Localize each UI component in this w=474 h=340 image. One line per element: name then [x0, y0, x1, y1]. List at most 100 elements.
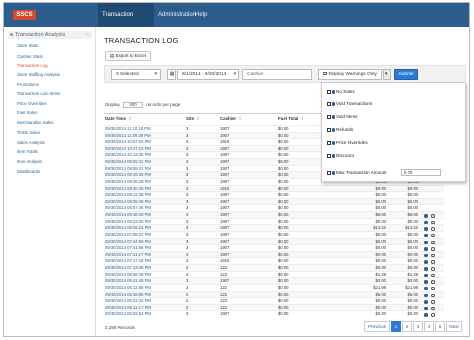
- warnings-dropdown-menu: No Sales Void Transactions Void Items Refun…: [321, 82, 466, 182]
- table-row[interactable]: 09/30/2014 08:57:46 PM 3 1907 $0.00 $0.00 $0.…: [104, 204, 444, 211]
- table-row[interactable]: 09/30/2014 05:12:17 PM 2 122 $0.00 $0.00 $0.0…: [104, 303, 444, 311]
- max-transaction-input[interactable]: 0.75: [401, 169, 441, 176]
- row-datetime-link[interactable]: 09/30/2014 05:02:54 PM: [105, 311, 151, 318]
- site-select[interactable]: 3 Selected ▾: [111, 69, 161, 80]
- main-content: TRANSACTION LOG ▤ Export to Excel 3 Sele…: [96, 27, 469, 336]
- table-row[interactable]: 09/30/2014 07:41:17 PM 3 1907 $0.00 $0.00 $0.…: [104, 250, 444, 258]
- page-title: TRANSACTION LOG: [104, 36, 179, 45]
- sidebar-item[interactable]: Transaction Log: [17, 61, 93, 70]
- table-row[interactable]: 09/30/2014 05:02:54 PM 3 1907 $0.00 $0.00 $0.…: [104, 310, 444, 317]
- display-prefix: Display: [105, 102, 120, 107]
- checkbox-icon: [327, 128, 331, 132]
- table-row[interactable]: 09/30/2014 08:36:28 PM 3 1907 $0.00 $6.00 $6.…: [104, 211, 444, 218]
- col-header-cashier[interactable]: Cashier ⇕: [220, 114, 242, 124]
- warning-option-label: Void Transactions: [336, 101, 373, 106]
- warning-option[interactable]: Discount: [327, 152, 354, 160]
- records-count: 2,288 Records: [105, 325, 135, 330]
- warning-type-icon: [331, 115, 335, 119]
- pager-next[interactable]: Next: [446, 321, 462, 332]
- row-fuel-total: $0.00: [278, 311, 289, 317]
- sidebar-item[interactable]: Transaction Line Items: [17, 89, 93, 98]
- pager-page[interactable]: 4: [424, 321, 434, 332]
- sidebar-item[interactable]: Item Totals: [17, 147, 93, 156]
- warning-type-icon: [331, 154, 335, 158]
- table-row[interactable]: 09/30/2014 09:08:49 PM 3 1907 $0.00 $0.00 $0.…: [104, 197, 444, 205]
- warning-option-label: Void Items: [336, 114, 358, 119]
- row-total: $0.00: [407, 311, 418, 317]
- cashier-input[interactable]: Cashier: [242, 69, 312, 80]
- table-row[interactable]: 09/30/2014 05:22:43 PM 2 123 $0.00 $0.00 $0.0…: [104, 297, 444, 304]
- warning-option[interactable]: Void Transactions: [327, 100, 372, 108]
- chevron-left-icon: ‹: [87, 32, 89, 38]
- table-row[interactable]: 09/30/2014 07:41:58 PM 3 1907 $0.00 $0.00 $0.…: [104, 244, 444, 251]
- filter-bar: 3 Selected ▾ ▦ 9/1/2014 - 9/30/2014 ▾ Ca…: [104, 65, 466, 83]
- table-row[interactable]: 09/30/2014 06:41:46 PM 3 1907 $0.00 $0.00 $0.…: [104, 277, 444, 284]
- col-header-datetime[interactable]: Date Time ⇕: [105, 114, 132, 124]
- warning-option[interactable]: Void Items: [327, 113, 357, 121]
- display-warnings-toggle[interactable]: Display Warnings Only: [318, 69, 382, 80]
- checkbox-icon: [327, 90, 331, 94]
- sidebar-item[interactable]: Store Staffing Analysis: [17, 70, 93, 79]
- warning-option[interactable]: Refunds: [327, 126, 353, 134]
- table-row[interactable]: 09/30/2014 09:30:45 PM 3 1915 $0.00 $0.00 $0.…: [104, 184, 444, 192]
- sidebar-item[interactable]: Sales Analysis: [17, 138, 93, 147]
- checkbox-icon: [327, 102, 331, 106]
- warning-option-label: Price Overrides: [336, 140, 368, 145]
- sidebar-item[interactable]: Promotions: [17, 80, 93, 89]
- warnings-dropdown-button[interactable]: ▾: [383, 69, 391, 80]
- pager-page[interactable]: 1: [391, 321, 401, 332]
- warning-type-icon: [331, 102, 335, 106]
- pager-page[interactable]: 2: [402, 321, 412, 332]
- table-row[interactable]: 09/30/2014 07:13:39 PM 2 122 $0.00 $0.00 $0.0…: [104, 264, 444, 271]
- warning-icon[interactable]: [431, 313, 435, 317]
- sidebar-item[interactable]: Item Analysis: [17, 157, 93, 166]
- records-per-page: Display 500 records per page: [105, 102, 180, 108]
- calendar-icon[interactable]: ▦: [167, 69, 176, 80]
- col-header-fuel-total[interactable]: Fuel Total ⇕: [278, 114, 304, 124]
- site-select-value: 3 Selected: [116, 72, 139, 77]
- table-row[interactable]: 09/30/2014 08:06:23 PM 3 1907 $0.00 $13.22 $1…: [104, 224, 444, 231]
- pager-page[interactable]: 3: [413, 321, 423, 332]
- table-row[interactable]: 09/30/2014 07:17:18 PM 3 1915 $0.00 $0.00 $0.…: [104, 257, 444, 264]
- sidebar-item[interactable]: Tickle Sales: [17, 128, 93, 137]
- row-site: 3: [186, 311, 189, 317]
- nav-transaction-analysis[interactable]: Transaction Analysis: [98, 3, 154, 42]
- table-row[interactable]: 09/30/2014 07:44:59 PM 3 1907 $0.00 $0.00 $0.…: [104, 237, 444, 245]
- checkbox-icon: [327, 115, 331, 119]
- max-transaction-option[interactable]: Max Transaction Amount: [327, 169, 387, 177]
- sidebar-item[interactable]: Store Stats: [17, 41, 93, 50]
- warning-option[interactable]: No Sales: [327, 88, 355, 96]
- info-icon[interactable]: [424, 313, 428, 317]
- sidebar-item[interactable]: Fuel Sales: [17, 108, 93, 117]
- page-size-select[interactable]: 500: [123, 102, 144, 108]
- pager-page[interactable]: 5: [435, 321, 445, 332]
- table-row[interactable]: 09/30/2014 06:12:08 PM 2 122 $0.00 $21.98 $21…: [104, 283, 444, 291]
- table-row[interactable]: 09/30/2014 05:38:55 PM 2 122 $0.00 $5.00 $5.0…: [104, 290, 444, 298]
- row-amount: $0.00: [375, 311, 386, 317]
- submit-button[interactable]: Submit: [394, 69, 418, 80]
- warning-type-icon: [331, 90, 335, 94]
- sidebar-item[interactable]: Merchandise Sales: [17, 118, 93, 127]
- export-excel-button[interactable]: ▤ Export to Excel: [105, 51, 151, 61]
- sidebar-header[interactable]: Transaction Analysis ‹: [8, 31, 92, 39]
- top-navbar: SSCS Transaction Analysis Administration…: [4, 3, 469, 42]
- date-range-picker[interactable]: 9/1/2014 - 9/30/2014 ▾: [177, 69, 239, 80]
- table-row[interactable]: 09/30/2014 06:58:39 PM 2 123 $0.00 $1.29 $1.2…: [104, 270, 444, 278]
- warning-type-icon: [331, 141, 335, 145]
- warning-option[interactable]: Price Overrides: [327, 139, 368, 147]
- table-row[interactable]: 09/30/2014 09:12:38 PM 3 1907 $0.00 $0.00 $0.…: [104, 191, 444, 198]
- pager-previous[interactable]: Previous: [364, 321, 390, 332]
- checkbox-icon: [323, 71, 327, 75]
- table-row[interactable]: 09/30/2014 08:23:30 PM 3 1907 $0.00 $0.00 $0.…: [104, 217, 444, 225]
- caret-down-icon: ▾: [233, 72, 236, 77]
- checkbox-icon: [327, 154, 331, 158]
- app-logo[interactable]: SSCS: [13, 10, 36, 20]
- sidebar-item[interactable]: Price Overrides: [17, 99, 93, 108]
- sidebar-item[interactable]: Dashboards: [17, 167, 93, 176]
- nav-help[interactable]: Help: [191, 3, 211, 27]
- sidebar-item[interactable]: Cashier Stats: [17, 52, 93, 61]
- display-warnings-label: Display Warnings Only: [328, 72, 377, 77]
- max-transaction-label: Max Transaction Amount: [336, 170, 387, 175]
- table-row[interactable]: 09/30/2014 07:58:37 PM 3 1907 $0.00 $0.00 $0.…: [104, 230, 444, 238]
- col-header-site[interactable]: Site ⇕: [186, 114, 200, 124]
